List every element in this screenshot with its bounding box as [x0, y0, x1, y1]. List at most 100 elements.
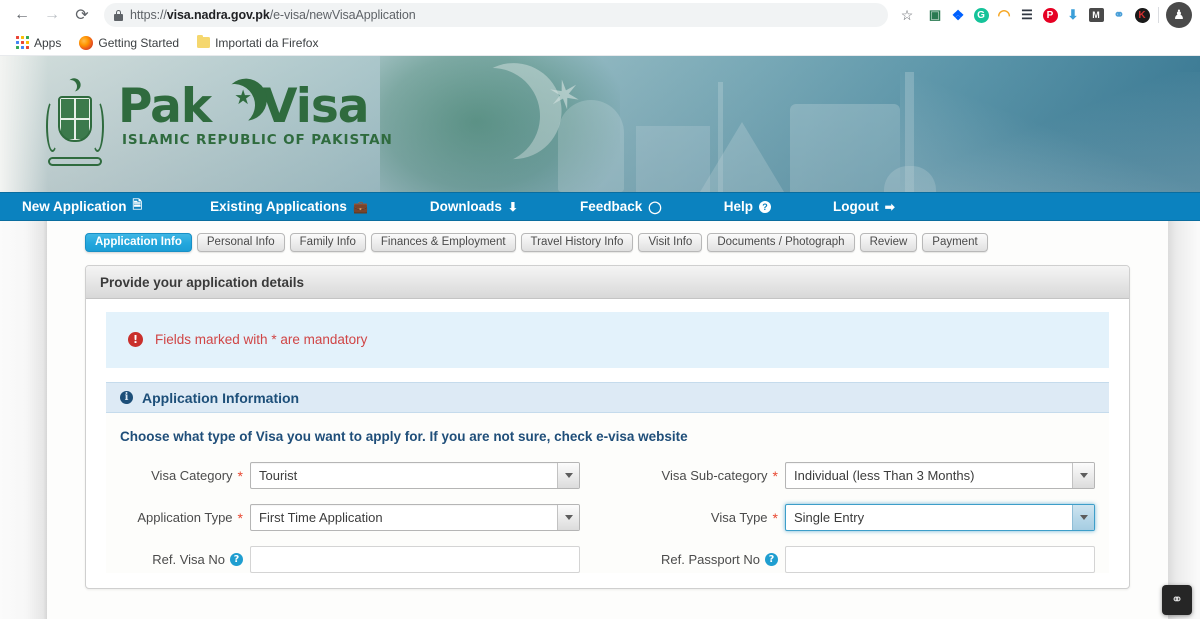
layers-extension-icon[interactable]: ☰	[1016, 4, 1038, 26]
field-application-type: Application Type * First Time Applicatio…	[120, 504, 580, 531]
ref-visa-no-label: Ref. Visa No ?	[120, 552, 250, 567]
visa-subcategory-select[interactable]: Individual (less Than 3 Months)	[785, 462, 1095, 489]
nav-label-downloads: Downloads	[430, 199, 502, 214]
lock-icon	[114, 10, 123, 21]
visa-type-value: Single Entry	[786, 505, 1072, 530]
field-visa-subcategory: Visa Sub-category * Individual (less Tha…	[635, 462, 1095, 489]
visa-category-value: Tourist	[251, 463, 557, 488]
help-icon[interactable]: ?	[230, 553, 243, 566]
logo-subtitle: ISLAMIC REPUBLIC OF PAKISTAN	[122, 132, 393, 148]
panel-body: ! Fields marked with * are mandatory i A…	[86, 299, 1129, 573]
nav-item-existing-applications[interactable]: Existing Applications 💼	[200, 193, 378, 220]
grammarly-extension-icon[interactable]: G	[970, 4, 992, 26]
visa-subcategory-label: Visa Sub-category *	[635, 468, 785, 483]
toolbar-divider	[1158, 7, 1159, 23]
link-extension-icon[interactable]: ⚭	[1108, 4, 1130, 26]
mega-extension-icon[interactable]: M	[1085, 4, 1107, 26]
visa-type-select[interactable]: Single Entry	[785, 504, 1095, 531]
field-ref-passport-no: Ref. Passport No ?	[635, 546, 1095, 573]
tab-visit-info[interactable]: Visit Info	[638, 233, 702, 252]
bookmark-apps-label: Apps	[34, 36, 61, 50]
ref-passport-no-label: Ref. Passport No ?	[635, 552, 785, 567]
nav-item-feedback[interactable]: Feedback ◯	[570, 193, 672, 220]
panel-title: Provide your application details	[86, 266, 1129, 299]
chevron-down-icon[interactable]	[557, 463, 579, 488]
browser-toolbar: ← → ⟳ https://visa.nadra.gov.pk/e-visa/n…	[0, 0, 1200, 30]
help-icon[interactable]: ?	[765, 553, 778, 566]
download-icon: ⬇	[508, 200, 518, 214]
visa-subcategory-value: Individual (less Than 3 Months)	[786, 463, 1072, 488]
pocket-extension-icon[interactable]: ▣	[924, 4, 946, 26]
info-circle-icon: i	[120, 391, 133, 404]
required-asterisk: *	[238, 511, 243, 525]
visa-category-select[interactable]: Tourist	[250, 462, 580, 489]
required-asterisk: *	[773, 511, 778, 525]
ref-passport-no-input[interactable]	[785, 546, 1095, 573]
form-step-tabs: Application Info Personal Info Family In…	[47, 230, 1168, 254]
tab-application-info[interactable]: Application Info	[85, 233, 192, 252]
main-navigation: New Application 🗎 Existing Applications …	[0, 192, 1200, 221]
profile-avatar[interactable]: ♟	[1166, 2, 1192, 28]
nav-item-help[interactable]: Help ?	[714, 193, 781, 220]
form-row: Visa Category * Tourist	[120, 462, 1095, 489]
site-banner: ✶ Pak ★	[0, 56, 1200, 192]
page-viewport: ✶ Pak ★	[0, 56, 1200, 619]
address-bar[interactable]: https://visa.nadra.gov.pk/e-visa/newVisa…	[104, 3, 888, 27]
document-icon: 🗎	[133, 196, 143, 217]
ref-visa-no-input[interactable]	[250, 546, 580, 573]
visa-category-label: Visa Category *	[120, 468, 250, 483]
logo-word-visa: Visa	[261, 85, 368, 130]
banner-left-fade	[0, 56, 48, 192]
required-asterisk: *	[238, 469, 243, 483]
rainbow-extension-icon[interactable]: ◠	[993, 4, 1015, 26]
nav-item-logout[interactable]: Logout ➡	[823, 193, 905, 220]
tab-finances-employment[interactable]: Finances & Employment	[371, 233, 516, 252]
chevron-down-icon[interactable]	[1072, 505, 1094, 530]
application-information-section: i Application Information Choose what ty…	[106, 382, 1109, 573]
field-ref-visa-no: Ref. Visa No ?	[120, 546, 580, 573]
pinterest-extension-icon[interactable]: P	[1039, 4, 1061, 26]
bookmark-apps[interactable]: Apps	[10, 34, 67, 52]
chevron-down-icon[interactable]	[1072, 463, 1094, 488]
chevron-down-icon[interactable]	[557, 505, 579, 530]
tab-documents-photograph[interactable]: Documents / Photograph	[707, 233, 854, 252]
application-type-value: First Time Application	[251, 505, 557, 530]
tab-family-info[interactable]: Family Info	[290, 233, 366, 252]
exit-icon: ➡	[885, 200, 895, 214]
nav-label-existing-applications: Existing Applications	[210, 199, 347, 214]
visa-type-label: Visa Type *	[635, 510, 785, 525]
nav-item-new-application[interactable]: New Application 🗎	[12, 193, 152, 220]
dropbox-extension-icon[interactable]: ❖	[947, 4, 969, 26]
required-asterisk: *	[773, 469, 778, 483]
nav-item-downloads[interactable]: Downloads ⬇	[420, 193, 528, 220]
folder-icon	[197, 37, 210, 48]
application-form-container: Application Info Personal Info Family In…	[47, 221, 1168, 619]
mandatory-fields-text: Fields marked with * are mandatory	[155, 332, 367, 347]
floating-link-widget[interactable]: ⚭	[1162, 585, 1192, 615]
bookmark-star-icon[interactable]: ☆	[894, 2, 920, 28]
logo-star-icon: ★	[234, 87, 251, 107]
application-type-select[interactable]: First Time Application	[250, 504, 580, 531]
nav-label-feedback: Feedback	[580, 199, 642, 214]
section-header: i Application Information	[106, 382, 1109, 413]
tab-personal-info[interactable]: Personal Info	[197, 233, 285, 252]
forward-button[interactable]: →	[38, 2, 66, 28]
instruction-text: Choose what type of Visa you want to app…	[120, 429, 1095, 444]
bookmark-importati-label: Importati da Firefox	[215, 36, 318, 50]
browser-chrome: ← → ⟳ https://visa.nadra.gov.pk/e-visa/n…	[0, 0, 1200, 56]
bookmark-getting-started[interactable]: Getting Started	[73, 34, 185, 52]
tab-travel-history-info[interactable]: Travel History Info	[521, 233, 634, 252]
download-extension-icon[interactable]: ⬇	[1062, 4, 1084, 26]
tab-payment[interactable]: Payment	[922, 233, 987, 252]
reload-button[interactable]: ⟳	[68, 2, 96, 28]
speech-bubble-icon: ◯	[648, 200, 661, 214]
back-button[interactable]: ←	[8, 2, 36, 28]
form-row: Application Type * First Time Applicatio…	[120, 504, 1095, 531]
bookmark-importati-da-firefox[interactable]: Importati da Firefox	[191, 34, 324, 52]
briefcase-icon: 💼	[353, 200, 368, 214]
field-visa-type: Visa Type * Single Entry	[635, 504, 1095, 531]
kaspersky-extension-icon[interactable]: K	[1131, 4, 1153, 26]
tab-review[interactable]: Review	[860, 233, 918, 252]
mandatory-fields-alert: ! Fields marked with * are mandatory	[106, 312, 1109, 368]
site-logo[interactable]: Pak ★ Visa ISLAMIC REPUBLIC OF PAKISTAN	[44, 78, 393, 170]
